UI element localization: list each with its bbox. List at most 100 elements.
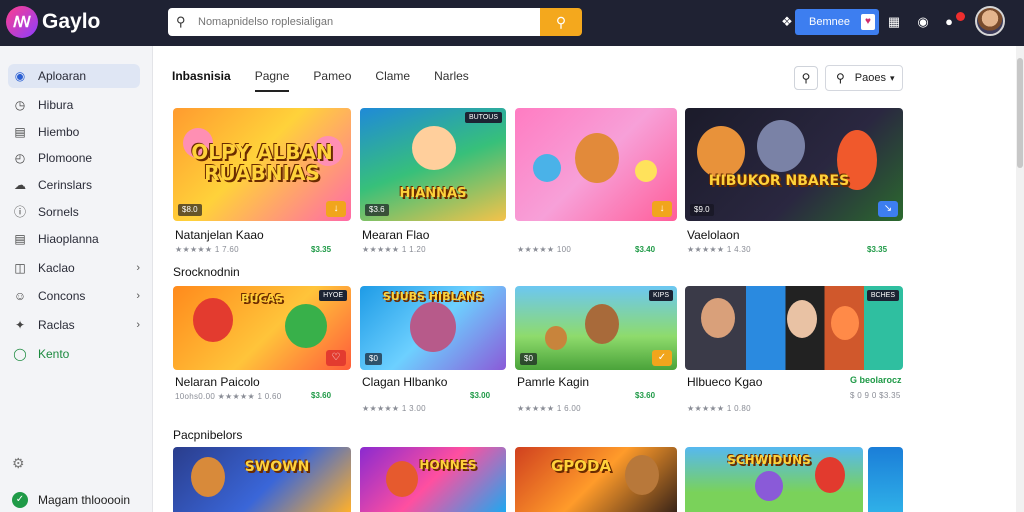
game-title[interactable]: Pamrle Kagin: [517, 375, 589, 389]
book-icon: ◫: [14, 261, 26, 275]
game-thumbnail[interactable]: [868, 447, 903, 512]
app-brand[interactable]: Gaylo: [42, 10, 100, 34]
globe-icon[interactable]: ◉: [914, 13, 932, 31]
sidebar-item-library[interactable]: ▤ Hiembo: [8, 120, 140, 144]
game-card[interactable]: BCHES Hlbueco Kgao ★★★★★ 1 0.80 G beolar…: [685, 286, 903, 413]
puzzle-icon[interactable]: ❖: [778, 13, 796, 31]
game-thumbnail[interactable]: SUUBS HIBLANS $0: [360, 286, 506, 370]
game-thumbnail[interactable]: HIBUKOR NBARES $9.0 ↘: [685, 108, 903, 221]
cloud-icon: ☁: [14, 178, 26, 192]
sidebar-footer[interactable]: ✓ Magam thlooooin: [12, 492, 130, 508]
scrollbar-thumb[interactable]: [1017, 58, 1023, 168]
sidebar-item-label: Sornels: [38, 205, 79, 219]
game-title[interactable]: Natanjelan Kaao: [175, 228, 264, 242]
filter-dropdown[interactable]: ⚲ Paoes ▾: [825, 65, 903, 91]
game-card[interactable]: OLPY ALBAN RUABNIAS $8.0 ↓ Natanjelan Ka…: [173, 108, 351, 254]
sidebar-item-promos[interactable]: ◴ Plomoone: [8, 146, 140, 170]
game-art-title: OLPY ALBAN RUABNIAS: [191, 139, 333, 185]
game-thumbnail[interactable]: SWOWN: [173, 447, 351, 512]
game-thumbnail[interactable]: HONNES: [360, 447, 506, 512]
sidebar-item-label: Plomoone: [38, 151, 93, 165]
tab-clame[interactable]: Clame: [375, 68, 410, 92]
info-icon: ⓘ: [13, 205, 26, 219]
document-icon: ▤: [14, 125, 26, 139]
user-avatar[interactable]: [975, 6, 1005, 36]
share-icon[interactable]: ↘: [878, 201, 898, 217]
game-art-title: BUCAS: [241, 291, 283, 305]
game-art-title: HIBUKOR NBARES: [708, 172, 850, 189]
game-card[interactable]: SCHWIDUNS: [685, 447, 863, 512]
download-icon[interactable]: ↓: [326, 201, 346, 217]
game-thumbnail[interactable]: BCHES: [685, 286, 903, 370]
compass-icon: ◉: [14, 69, 26, 83]
star-icon: ✦: [14, 318, 26, 332]
search-bar: ⚲: [168, 8, 540, 36]
game-card[interactable]: [868, 447, 903, 512]
sidebar-item-list[interactable]: ▤ Hiaoplanna: [8, 227, 140, 251]
game-title[interactable]: Clagan Hlbanko: [362, 375, 447, 389]
page-scrollbar[interactable]: [1016, 46, 1024, 512]
game-title[interactable]: Hlbueco Kgao: [687, 375, 762, 389]
game-thumbnail[interactable]: KIPS $0 ✓: [515, 286, 677, 370]
game-card[interactable]: HONNES: [360, 447, 506, 512]
game-thumbnail[interactable]: BUTOUS HIANNAS $3.6: [360, 108, 506, 221]
price-chip: $0: [520, 353, 537, 365]
sidebar-item-info[interactable]: ⓘ Sornels: [8, 200, 140, 224]
game-thumbnail[interactable]: HYOE BUCAS ♡: [173, 286, 351, 370]
game-card[interactable]: HIBUKOR NBARES $9.0 ↘ Vaelolaon ★★★★★ 1 …: [685, 108, 903, 254]
game-title[interactable]: Nelaran Paicolo: [175, 375, 260, 389]
price-chip: $0: [365, 353, 382, 365]
tab-overview[interactable]: Inbasnisia: [172, 68, 231, 92]
check-icon[interactable]: ✓: [652, 350, 672, 366]
search-submit-button[interactable]: ⚲: [540, 8, 582, 36]
game-card[interactable]: SUUBS HIBLANS $0 Clagan Hlbanko ★★★★★ 1 …: [360, 286, 506, 413]
game-badge: KIPS: [649, 290, 673, 301]
game-price-label: G beolarocz: [850, 375, 902, 385]
game-rating: ★★★★★ 1 6.00: [517, 404, 581, 413]
timer-icon: ◴: [14, 151, 26, 165]
game-thumbnail[interactable]: SCHWIDUNS: [685, 447, 863, 512]
download-icon[interactable]: ↓: [652, 201, 672, 217]
headset-icon: ◯: [13, 347, 27, 361]
sidebar-footer-label: Magam thlooooin: [38, 493, 131, 507]
tab-games[interactable]: Pameo: [313, 68, 351, 92]
game-card[interactable]: SWOWN: [173, 447, 351, 512]
heart-icon[interactable]: ♡: [326, 350, 346, 366]
app-logo-icon[interactable]: ꟿ: [6, 6, 38, 38]
game-card[interactable]: GPODA: [515, 447, 677, 512]
game-thumbnail[interactable]: OLPY ALBAN RUABNIAS $8.0 ↓: [173, 108, 351, 221]
game-badge: BCHES: [866, 290, 899, 301]
tab-narles[interactable]: Narles: [434, 68, 469, 92]
grid-icon[interactable]: ▦: [885, 13, 903, 31]
sidebar-item-ratings[interactable]: ✦ Raclas ›: [8, 313, 140, 337]
game-title[interactable]: Vaelolaon: [687, 228, 740, 242]
sidebar-item-books[interactable]: ◫ Kaclao ›: [8, 256, 140, 280]
game-card[interactable]: ↓ ★★★★★ 100 $3.40: [515, 108, 677, 254]
game-rating: ★★★★★ 100: [517, 245, 572, 254]
search-input[interactable]: [198, 16, 528, 28]
game-art-title: SWOWN: [244, 459, 310, 475]
sidebar-item-label: Aploaran: [38, 69, 87, 83]
game-card[interactable]: BUTOUS HIANNAS $3.6 Mearan Flao ★★★★★ 1 …: [360, 108, 506, 254]
sidebar-item-users[interactable]: ☺ Concons ›: [8, 284, 140, 308]
game-card[interactable]: HYOE BUCAS ♡ Nelaran Paicolo 10ohs0.00 ★…: [173, 286, 351, 401]
search-icon[interactable]: ⚲: [794, 66, 818, 90]
game-price: $3.60: [311, 391, 332, 400]
sidebar-item-explore[interactable]: ◉ Aploaran: [8, 64, 140, 88]
game-thumbnail[interactable]: GPODA: [515, 447, 677, 512]
game-card[interactable]: KIPS $0 ✓ Pamrle Kagin ★★★★★ 1 6.00 $3.6…: [515, 286, 677, 413]
game-rating: ★★★★★ 1 4.30: [687, 245, 751, 254]
sidebar-item-label: Concons: [38, 289, 86, 303]
notification-badge: [956, 12, 965, 21]
sidebar-item-support[interactable]: ◯ Kento: [8, 342, 140, 366]
game-thumbnail[interactable]: ↓: [515, 108, 677, 221]
section-title: Pacpnibelors: [173, 428, 243, 442]
heart-icon: ♥: [861, 14, 875, 30]
sidebar-item-history[interactable]: ◷ Hibura: [8, 93, 140, 117]
sidebar-item-cloud[interactable]: ☁ Cerinslars: [8, 173, 140, 197]
tab-page[interactable]: Pagne: [254, 68, 290, 92]
gear-icon[interactable]: ⚙: [12, 455, 25, 472]
signin-button[interactable]: Bemnee ♥: [795, 9, 879, 35]
game-title[interactable]: Mearan Flao: [362, 228, 429, 242]
game-art-title: HIANNAS: [399, 186, 467, 202]
